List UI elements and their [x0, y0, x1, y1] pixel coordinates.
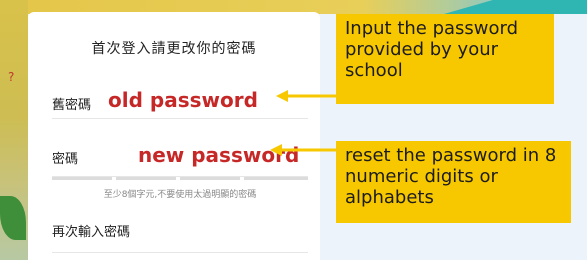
password-strength-segment — [116, 177, 176, 180]
password-strength-segment — [52, 177, 112, 180]
password-strength-segment — [180, 177, 240, 180]
confirm-password-underline — [52, 252, 308, 253]
arrow-left-icon — [270, 144, 336, 156]
confirm-password-input[interactable]: 再次輸入密碼 — [52, 221, 130, 240]
card-title: 首次登入請更改你的密碼 — [91, 41, 257, 57]
new-password-label: 密碼 — [52, 152, 79, 167]
old-password-underline — [52, 118, 308, 119]
change-password-card: 首次登入請更改你的密碼 舊密碼 old password 密碼 new pass… — [28, 12, 320, 260]
password-strength-segment — [244, 177, 308, 180]
callout-old-password: Input the password provided by your scho… — [336, 14, 554, 104]
callout-new-password: reset the password in 8 numeric digits o… — [336, 141, 571, 223]
old-password-input[interactable]: old password — [108, 88, 258, 112]
old-password-label: 舊密碼 — [52, 98, 92, 113]
decorative-mark-icon: ? — [8, 70, 15, 84]
background-illustration: ? — [0, 0, 28, 260]
password-hint: 至少8個字元,不要使用太過明顯的密碼 — [103, 190, 257, 200]
arrow-left-icon — [276, 90, 336, 102]
leaf-icon — [0, 196, 26, 240]
